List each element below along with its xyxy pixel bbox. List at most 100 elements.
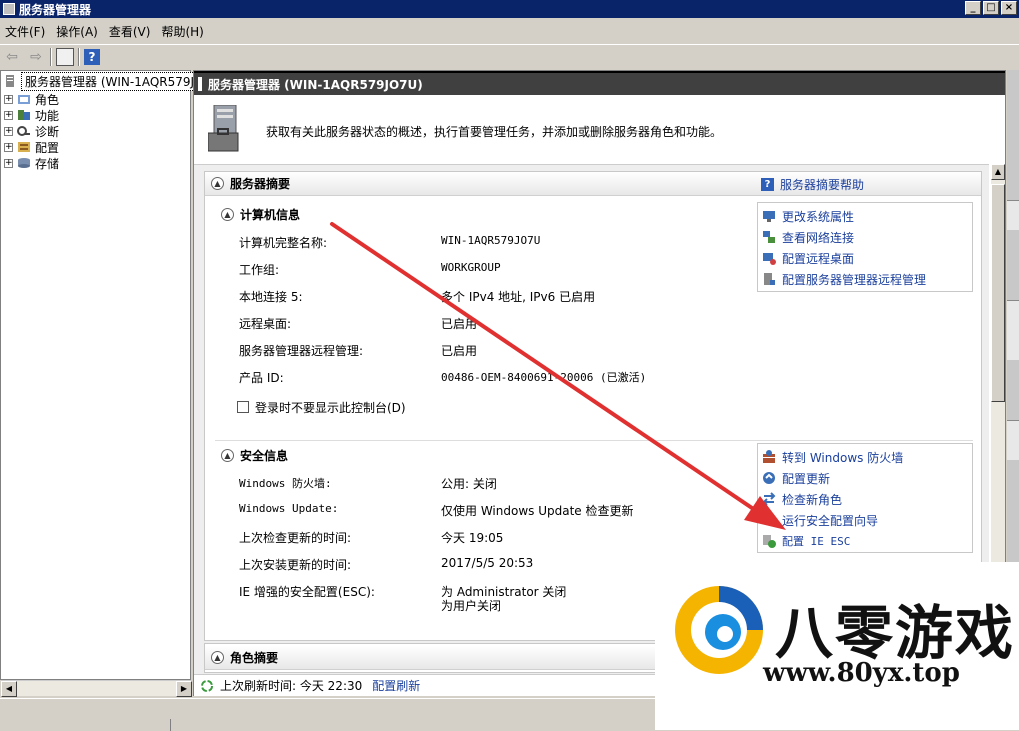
console-tree: 服务器管理器 (WIN-1AQR579JO7U) + 角色 + 功能 + 诊断 … — [0, 70, 229, 697]
tree-item-configuration[interactable]: + 配置 — [4, 139, 59, 155]
main-header-title: 服务器管理器 (WIN-1AQR579JO7U) — [208, 77, 423, 92]
go-to-firewall-link[interactable]: 转到 Windows 防火墙 — [762, 448, 903, 466]
status-divider — [170, 719, 171, 731]
configure-updates-link[interactable]: 配置更新 — [762, 469, 830, 487]
window-title: 服务器管理器 — [19, 2, 92, 17]
menu-bar: 文件(F) 操作(A) 查看(V) 帮助(H) — [0, 20, 1019, 42]
expand-icon[interactable]: + — [4, 126, 13, 136]
main-description-area: 获取有关此服务器状态的概述，执行首要管理任务，并添加或删除服务器角色和功能。 — [194, 97, 1005, 163]
collapse-icon[interactable]: ▲ — [211, 651, 224, 664]
computer-info-header[interactable]: ▲ 计算机信息 — [215, 202, 755, 226]
help-icon[interactable]: ? — [84, 48, 100, 65]
firewall-value: 公用: 关闭 — [441, 477, 497, 491]
help-icon: ? — [761, 177, 774, 191]
last-check-value: 今天 19:05 — [441, 531, 504, 545]
server-summary-header[interactable]: ▲ 服务器摘要 — [205, 172, 981, 196]
check-new-roles-link[interactable]: 检查新角色 — [762, 490, 842, 508]
server-summary-title: 服务器摘要 — [230, 177, 291, 191]
minimize-button[interactable]: _ — [965, 1, 981, 15]
close-button[interactable]: × — [1001, 1, 1017, 15]
expand-icon[interactable]: + — [4, 94, 13, 104]
product-id-value: 00486-OEM-8400691-20006 (已激活) — [441, 371, 647, 384]
system-properties-icon — [763, 211, 775, 222]
watermark-logo-icon — [675, 586, 763, 674]
last-install-value: 2017/5/5 20:53 — [441, 556, 534, 570]
back-arrow-icon[interactable]: ⇦ — [2, 47, 22, 67]
remote-management-label: 服务器管理器远程管理: — [239, 344, 364, 358]
product-id-label: 产品 ID: — [239, 371, 284, 385]
server-manager-window: 服务器管理器 _ □ × 文件(F) 操作(A) 查看(V) 帮助(H) ⇦ ⇨… — [0, 0, 1019, 731]
tree-item-label: 诊断 — [35, 124, 60, 139]
collapse-icon[interactable]: ▲ — [211, 177, 224, 190]
toolbar: ⇦ ⇨ ? — [0, 44, 1019, 68]
run-security-wizard-link[interactable]: 运行安全配置向导 — [762, 511, 878, 529]
collapse-icon[interactable]: ▲ — [221, 448, 234, 462]
title-bar: 服务器管理器 _ □ × — [0, 0, 1019, 18]
show-hide-console-tree-icon[interactable] — [56, 47, 74, 66]
configure-remote-management-link[interactable]: 配置服务器管理器远程管理 — [762, 270, 926, 288]
tree-item-features[interactable]: + 功能 — [4, 107, 59, 123]
wizard-icon — [762, 513, 776, 527]
expand-icon[interactable]: + — [4, 158, 13, 168]
expand-icon[interactable]: + — [4, 110, 13, 120]
tree-item-label: 存储 — [35, 156, 60, 171]
watermark-url: www.80yx.top — [763, 658, 960, 688]
workgroup-label: 工作组: — [239, 263, 280, 277]
app-icon — [3, 3, 15, 15]
menu-action[interactable]: 操作(A) — [53, 23, 106, 40]
toolbar-separator — [50, 47, 52, 66]
tree-item-storage[interactable]: + 存储 — [4, 155, 59, 171]
change-system-properties-link[interactable]: 更改系统属性 — [762, 207, 854, 225]
network-icon — [763, 231, 775, 243]
scrollbar-thumb[interactable] — [991, 184, 1005, 402]
scroll-right-icon[interactable]: ▶ — [176, 681, 192, 697]
configure-refresh-link[interactable]: 配置刷新 — [372, 677, 420, 694]
features-icon — [18, 110, 30, 120]
update-icon — [763, 472, 775, 484]
configure-ie-esc-link[interactable]: 配置 IE ESC — [762, 532, 850, 550]
tree-item-diagnostics[interactable]: + 诊断 — [4, 123, 59, 139]
expand-icon[interactable]: + — [4, 142, 13, 152]
forward-arrow-icon[interactable]: ⇨ — [26, 47, 46, 67]
menu-help[interactable]: 帮助(H) — [158, 23, 211, 40]
remote-management-icon — [764, 273, 775, 285]
security-info-actions: 转到 Windows 防火墙 配置更新 检查新角色 运行安全配置向导 配置 IE… — [757, 443, 973, 553]
ie-esc-icon — [763, 535, 776, 548]
new-roles-icon — [762, 492, 776, 506]
workgroup-value: WORKGROUP — [441, 261, 501, 274]
menu-file[interactable]: 文件(F) — [2, 23, 53, 40]
header-marker — [198, 77, 202, 91]
tree-item-label: 配置 — [35, 140, 60, 155]
view-network-connections-link[interactable]: 查看网络连接 — [762, 228, 854, 246]
checkbox[interactable] — [237, 401, 249, 413]
server-icon — [6, 75, 14, 87]
watermark: 八零游戏 www.80yx.top — [655, 562, 1019, 730]
ie-esc-value-users: 为用户关闭 — [441, 599, 502, 613]
tree-item-label: 角色 — [35, 92, 60, 107]
collapse-icon[interactable]: ▲ — [221, 207, 234, 221]
configure-remote-desktop-link[interactable]: 配置远程桌面 — [762, 249, 854, 267]
windows-update-value: 仅使用 Windows Update 检查更新 — [441, 504, 634, 518]
server-summary-help-link[interactable]: ? 服务器摘要帮助 — [761, 175, 864, 193]
refresh-icon — [201, 679, 213, 692]
last-install-label: 上次安装更新的时间: — [239, 558, 352, 572]
ie-esc-label: IE 增强的安全配置(ESC): — [239, 585, 375, 599]
menu-view[interactable]: 查看(V) — [106, 23, 159, 40]
scroll-up-icon[interactable]: ▲ — [991, 164, 1005, 180]
tree-item-roles[interactable]: + 角色 — [4, 91, 59, 107]
server-toolbox-icon — [208, 105, 239, 152]
maximize-button[interactable]: □ — [983, 1, 999, 15]
security-info-header[interactable]: ▲ 安全信息 — [215, 443, 755, 467]
computer-name-value: WIN-1AQR579JO7U — [441, 234, 541, 247]
roles-summary-title: 角色摘要 — [230, 651, 279, 665]
main-description: 获取有关此服务器状态的概述，执行首要管理任务，并添加或删除服务器角色和功能。 — [266, 125, 723, 139]
scroll-left-icon[interactable]: ◀ — [1, 681, 17, 697]
firewall-label: Windows 防火墙: — [239, 477, 332, 490]
dont-show-console-checkbox[interactable]: 登录时不要显示此控制台(D) — [237, 398, 406, 416]
last-refresh-label: 上次刷新时间: 今天 22:30 — [220, 679, 363, 693]
tree-item-label: 功能 — [35, 108, 60, 123]
tree-horizontal-scrollbar[interactable]: ◀ ▶ — [1, 680, 192, 697]
remote-desktop-label: 远程桌面: — [239, 317, 292, 331]
toolbar-separator — [78, 47, 80, 66]
computer-info-actions: 更改系统属性 查看网络连接 配置远程桌面 配置服务器管理器远程管理 — [757, 202, 973, 292]
